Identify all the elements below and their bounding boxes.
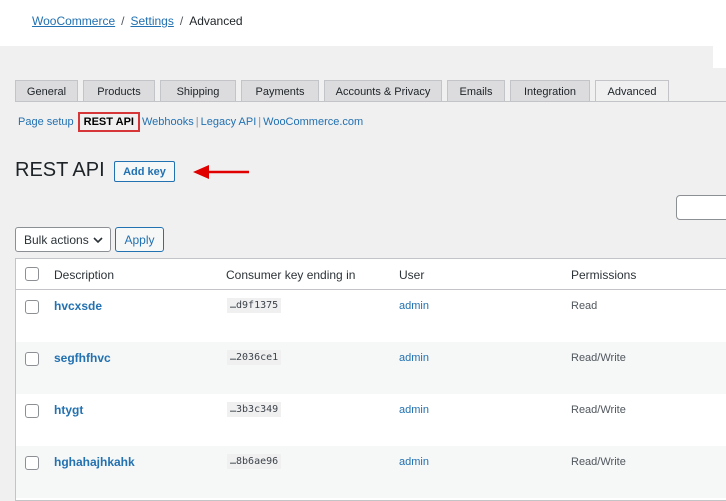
top-bar: WooCommerce / Settings / Advanced [0,0,726,46]
panel-edge [713,46,726,68]
user-link[interactable]: admin [399,352,429,364]
key-description-link[interactable]: hvcxsde [54,299,102,313]
column-description[interactable]: Description [54,268,114,282]
user-link[interactable]: admin [399,456,429,468]
consumer-key-code: …8b6ae96 [227,454,282,469]
page-title: REST API [15,159,105,181]
select-all-checkbox[interactable] [25,267,39,281]
key-description-link[interactable]: htygt [54,403,83,417]
subnav-rest-api[interactable]: REST API [77,112,140,132]
column-consumer-key: Consumer key ending in [226,268,356,282]
permissions-value: Read/Write [571,404,626,416]
table-header: Description Consumer key ending in User … [16,259,726,290]
breadcrumb-settings[interactable]: Settings [130,14,173,28]
tab-shipping[interactable]: Shipping [160,80,236,102]
row-checkbox[interactable] [25,300,39,314]
key-description-link[interactable]: hghahajhkahk [54,455,135,469]
consumer-key-code: …2036ce1 [227,350,282,365]
column-permissions: Permissions [571,268,637,282]
consumer-key-code: …3b3c349 [227,402,282,417]
tab-integration[interactable]: Integration [510,80,590,102]
breadcrumb-separator: / [179,14,184,28]
apply-button[interactable]: Apply [115,227,164,252]
row-checkbox[interactable] [25,352,39,366]
arrow-left-icon [193,165,249,179]
search-input[interactable] [676,195,726,220]
permissions-value: Read/Write [571,456,626,468]
breadcrumb-separator: / [121,14,125,28]
table-row: segfhfhvc …2036ce1 admin Read/Write [16,342,726,394]
permissions-value: Read/Write [571,352,626,364]
key-description-link[interactable]: segfhfhvc [54,351,111,365]
add-key-button[interactable]: Add key [114,161,175,182]
tab-general[interactable]: General [15,80,78,102]
row-checkbox[interactable] [25,404,39,418]
tab-advanced[interactable]: Advanced [595,80,669,102]
consumer-key-code: …d9f1375 [227,298,282,313]
subnav-separator: | [195,116,199,128]
row-checkbox[interactable] [25,456,39,470]
column-user: User [399,268,425,282]
table-row: htygt …3b3c349 admin Read/Write [16,394,726,446]
subnav-webhooks[interactable]: Webhooks [142,116,194,128]
tab-products[interactable]: Products [83,80,155,102]
breadcrumb: WooCommerce / Settings / Advanced [32,14,243,28]
api-keys-table: Description Consumer key ending in User … [15,258,726,501]
table-row: hvcxsde …d9f1375 admin Read [16,290,726,342]
subnav-separator: | [258,116,262,128]
tab-payments[interactable]: Payments [241,80,319,102]
subnav-page-setup[interactable]: Page setup [18,116,74,128]
breadcrumb-current: Advanced [189,14,243,28]
bulk-actions-select[interactable]: Bulk actions [15,227,111,252]
subsection-nav: Page setup REST API Webhooks | Legacy AP… [18,112,363,132]
permissions-value: Read [571,300,598,312]
tab-emails[interactable]: Emails [447,80,505,102]
tab-accounts-privacy[interactable]: Accounts & Privacy [324,80,442,102]
settings-tabs: General Products Shipping Payments Accounts … [15,80,674,102]
table-row: hghahajhkahk …8b6ae96 admin Read/Write [16,446,726,498]
breadcrumb-woocommerce[interactable]: WooCommerce [32,14,115,28]
bulk-actions-selected: Bulk actions [24,232,89,247]
user-link[interactable]: admin [399,300,429,312]
chevron-down-icon [93,237,103,244]
subnav-woocommerce-com[interactable]: WooCommerce.com [263,116,363,128]
tabs-divider [15,101,726,102]
user-link[interactable]: admin [399,404,429,416]
subnav-legacy-api[interactable]: Legacy API [201,116,257,128]
